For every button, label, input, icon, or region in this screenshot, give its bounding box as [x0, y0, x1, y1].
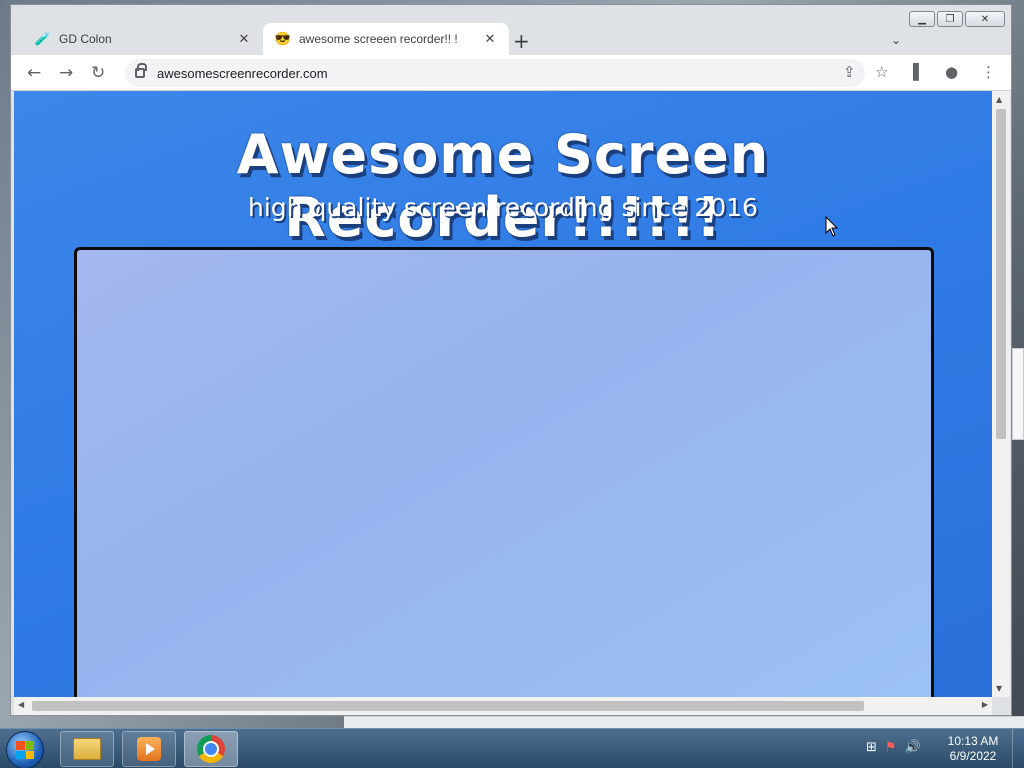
screen-recorder-favicon-icon: 😎	[274, 31, 292, 46]
taskbar-media-player[interactable]	[122, 731, 176, 767]
tab-title: GD Colon	[59, 32, 112, 46]
gd-colon-favicon-icon: 🧪	[34, 31, 52, 46]
system-tray: ⊞ ⚑ 🔊	[866, 740, 921, 755]
horizontal-scroll-thumb[interactable]	[32, 701, 864, 711]
tab-gd-colon[interactable]: 🧪 GD Colon ✕	[23, 23, 263, 55]
taskbar-chrome[interactable]	[184, 731, 238, 767]
address-bar[interactable]: awesomescreenrecorder.com	[125, 59, 865, 87]
back-arrow-icon[interactable]: ←	[27, 63, 41, 83]
windows-logo-icon	[16, 741, 34, 759]
menu-kebab-icon[interactable]: ⋮	[981, 63, 996, 81]
network-icon[interactable]: ⊞	[866, 740, 877, 755]
url-text[interactable]: awesomescreenrecorder.com	[157, 66, 328, 81]
clock-time: 10:13 AM	[947, 734, 999, 748]
close-tab-icon[interactable]: ✕	[481, 32, 499, 47]
volume-icon[interactable]: 🔊	[905, 740, 921, 755]
tab-title: awesome screeen recorder!! !	[299, 32, 458, 46]
mouse-cursor-icon	[825, 215, 839, 237]
bookmark-star-icon[interactable]: ☆	[875, 63, 888, 81]
vertical-scrollbar[interactable]: ▲ ▼	[992, 91, 1010, 697]
chrome-icon	[197, 735, 225, 763]
horizontal-scrollbar[interactable]: ◀ ▶	[14, 697, 992, 715]
taskbar-file-explorer[interactable]	[60, 731, 114, 767]
start-button[interactable]	[6, 731, 44, 768]
new-tab-button[interactable]: +	[513, 29, 530, 53]
recording-area[interactable]	[74, 247, 934, 697]
background-window-edge	[1012, 348, 1024, 440]
flag-alert-icon[interactable]: ⚑	[885, 740, 897, 755]
browser-window: ▁ ❐ ✕ 🧪 GD Colon ✕ 😎 awesome screeen rec…	[10, 4, 1012, 716]
taskbar: ⊞ ⚑ 🔊 10:13 AM 6/9/2022	[0, 728, 1024, 768]
page-title: Awesome Screen Recorder!!!!!!	[236, 123, 770, 249]
tab-search-chevron-icon[interactable]: ⌄	[891, 33, 901, 47]
scroll-right-arrow-icon[interactable]: ▶	[982, 700, 988, 709]
side-panel-icon[interactable]: ▌	[913, 63, 925, 81]
browser-toolbar: ← → ↻ awesomescreenrecorder.com ⇪ ☆ ▌ ● …	[11, 55, 1011, 91]
vertical-scroll-thumb[interactable]	[996, 109, 1006, 439]
forward-arrow-icon[interactable]: →	[59, 63, 73, 83]
profile-avatar-icon[interactable]: ●	[945, 63, 958, 81]
scroll-up-arrow-icon[interactable]: ▲	[996, 95, 1002, 104]
media-player-icon	[137, 737, 161, 761]
show-desktop-button[interactable]	[1012, 729, 1024, 768]
page-viewport: Awesome Screen Recorder!!!!!! high quali…	[14, 91, 992, 697]
background-window-strip	[344, 716, 1024, 728]
close-tab-icon[interactable]: ✕	[235, 32, 253, 47]
clock[interactable]: 10:13 AM 6/9/2022	[940, 734, 1006, 764]
tab-strip: 🧪 GD Colon ✕ 😎 awesome screeen recorder!…	[11, 19, 1011, 55]
clock-date: 6/9/2022	[949, 749, 997, 763]
scroll-left-arrow-icon[interactable]: ◀	[18, 700, 24, 709]
lock-icon[interactable]	[135, 63, 147, 78]
share-icon[interactable]: ⇪	[843, 63, 856, 81]
folder-icon	[73, 738, 101, 760]
reload-icon[interactable]: ↻	[91, 63, 105, 83]
tab-screen-recorder[interactable]: 😎 awesome screeen recorder!! ! ✕	[263, 23, 509, 55]
page-subtitle: high quality screen recording since 2016	[248, 193, 758, 222]
scroll-down-arrow-icon[interactable]: ▼	[996, 684, 1002, 693]
